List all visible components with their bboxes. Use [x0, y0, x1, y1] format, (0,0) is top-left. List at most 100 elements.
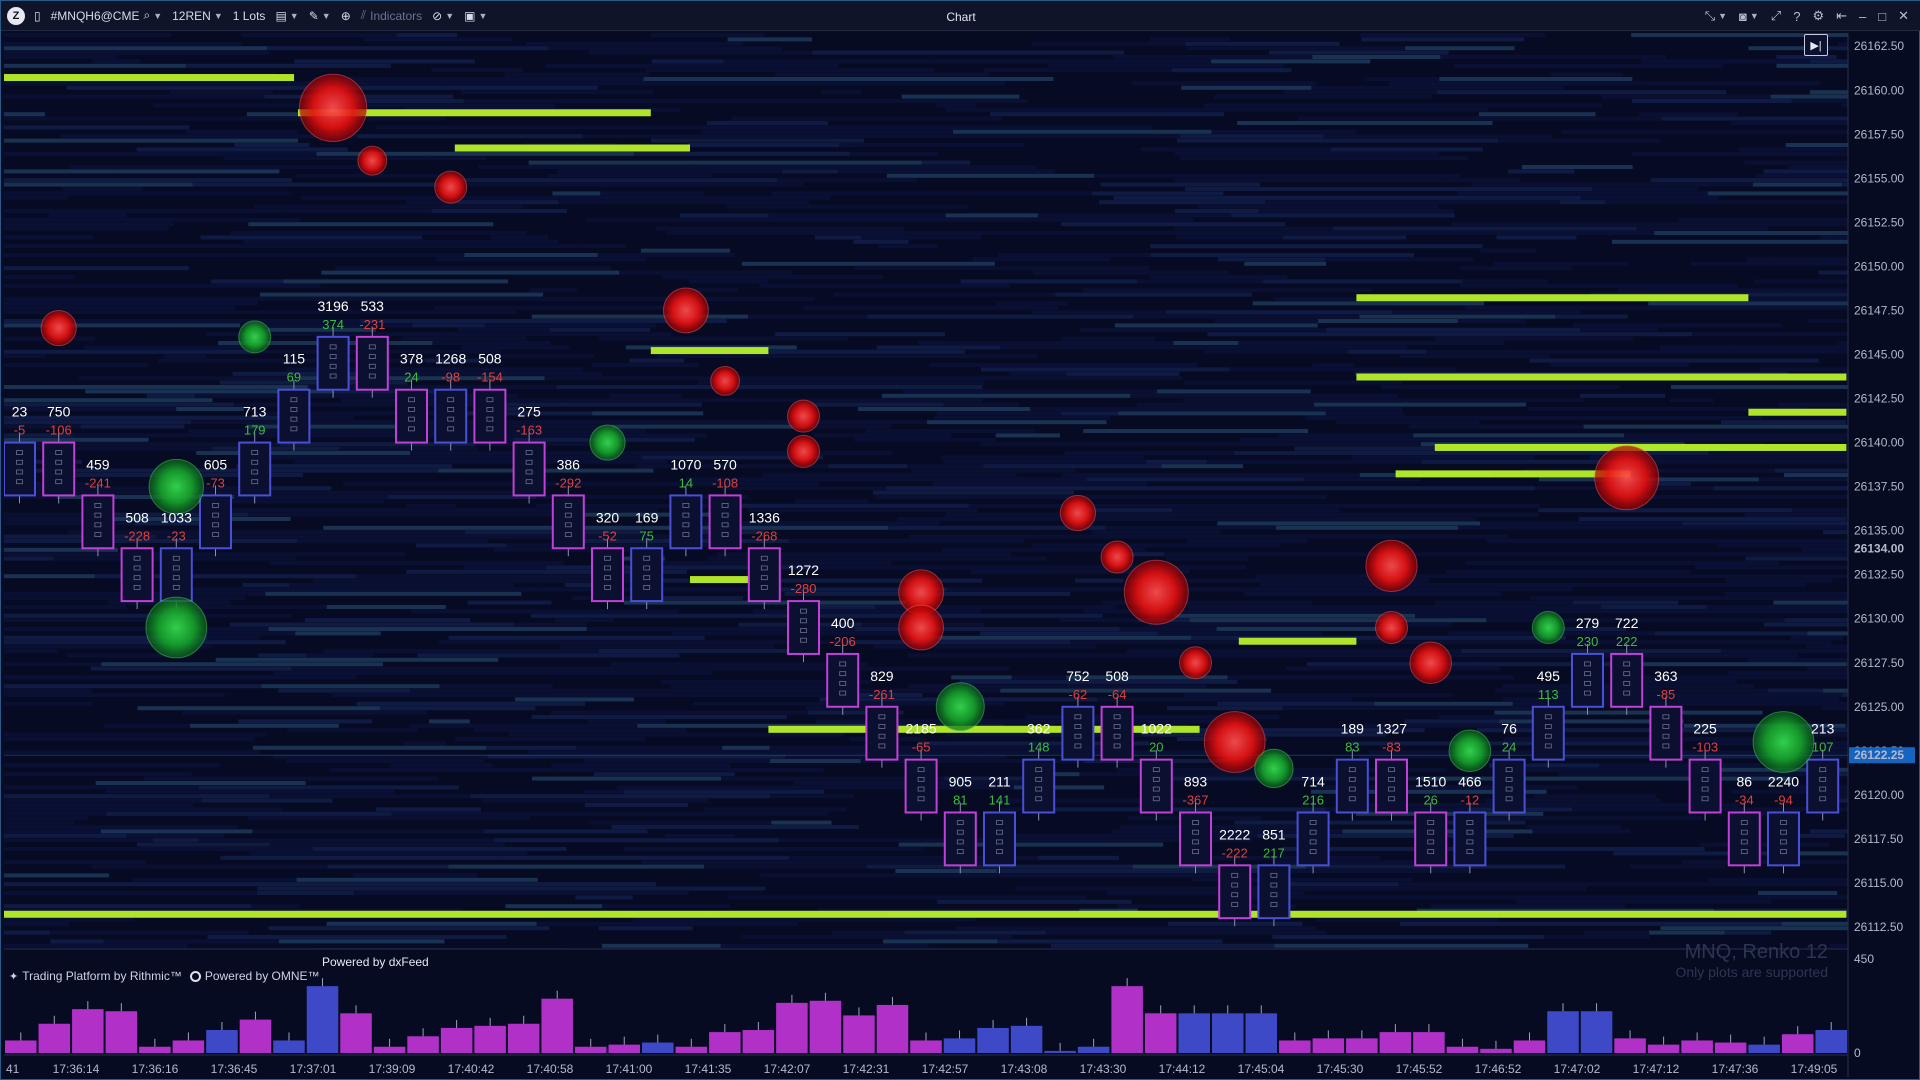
heatmap-cell — [4, 253, 261, 257]
heatmap-cell — [1469, 116, 1662, 121]
heatmap-cell — [1203, 103, 1252, 108]
minimize-icon[interactable]: – — [1853, 1, 1872, 31]
heatmap-cell — [478, 165, 718, 169]
heatmap-cell — [448, 635, 705, 640]
heatmap-cell — [803, 305, 1059, 310]
heatmap-cell — [1720, 420, 1846, 425]
heatmap-cell — [4, 226, 169, 231]
heatmap-cell — [1105, 512, 1375, 517]
zoom-icon[interactable]: ⊕ — [336, 1, 356, 31]
heatmap-cell — [484, 829, 648, 834]
heatmap-cell — [1730, 121, 1860, 125]
heatmap-cell — [127, 693, 225, 697]
heatmap-cell — [78, 376, 301, 381]
chart-window: Z ▯ #MNQH6@CME ⌕ ▼ 12REN ▼ 1 Lots ▤ ▼ ✎ ▼ … — [0, 0, 1920, 1080]
heatmap-cell — [1211, 59, 1371, 64]
gear-icon[interactable]: ⚙ — [1806, 1, 1830, 31]
camera-icon[interactable]: ◙ ▼ — [1733, 1, 1765, 31]
heatmap-cell — [4, 882, 283, 887]
sell-bubble — [1409, 641, 1452, 685]
heatmap-cell — [549, 327, 651, 332]
chart-canvas[interactable]: 23-5750-106459-241508-2281033-23605-7371… — [4, 33, 1918, 1077]
heatmap-cell — [1406, 103, 1451, 108]
brick-volume-label: 169 — [635, 509, 659, 525]
link-toggle[interactable]: ▯ — [29, 1, 46, 31]
price-tick-label: 26152.50 — [1854, 215, 1904, 229]
sell-bubble — [1100, 540, 1134, 574]
time-tick-label: 17:40:42 — [448, 1062, 495, 1076]
heatmap-cell — [329, 767, 557, 772]
heatmap-cell — [1061, 336, 1155, 341]
heatmap-cell — [1671, 486, 1714, 491]
brick-delta-label: -83 — [1382, 740, 1401, 755]
heatmap-cell — [83, 798, 202, 803]
heatmap-cell — [429, 719, 470, 724]
heatmap-cell — [1515, 899, 1771, 904]
maximize-icon[interactable]: □ — [1872, 1, 1892, 31]
chevron-down-icon[interactable]: ▼ — [153, 11, 162, 21]
heatmap-cell — [62, 187, 143, 191]
drawing-tools-button[interactable]: ✎ ▼ — [304, 1, 336, 31]
heatmap-cell — [1018, 495, 1253, 499]
heatmap-cell — [804, 424, 892, 429]
indicators-button[interactable]: ⫽ Indicators — [356, 1, 427, 31]
collapse-icon[interactable]: ✦ — [9, 970, 18, 983]
heatmap-cell — [186, 305, 236, 310]
heatmap-cell — [1381, 385, 1536, 389]
heatmap-cell — [560, 882, 656, 887]
heatmap-cell — [1174, 178, 1444, 183]
heatmap-cell — [937, 552, 1012, 557]
heatmap-cell — [1252, 495, 1327, 499]
brick-volume-label: 115 — [283, 351, 306, 367]
template-button[interactable]: ▣ ▼ — [459, 1, 492, 31]
crosshair-icon[interactable]: ⤡ ▼ — [1699, 1, 1733, 31]
heatmap-cell — [856, 191, 1093, 196]
buy-bubble — [935, 682, 985, 732]
pin-icon[interactable]: ⇤ — [1830, 1, 1853, 31]
strategy-button[interactable]: ⊘ ▼ — [427, 1, 459, 31]
app-logo-icon[interactable]: Z — [7, 6, 25, 25]
fullscreen-icon[interactable]: ⤢ — [1765, 1, 1787, 31]
volume-bar — [1580, 1011, 1613, 1053]
heatmap-cell — [79, 943, 188, 948]
heatmap-cell — [4, 50, 197, 55]
heatmap-cell — [1654, 631, 1808, 636]
heatmap-cell — [655, 226, 904, 231]
heatmap-cell — [1441, 574, 1729, 579]
heatmap-cell — [269, 794, 471, 799]
volume-bar — [1547, 1011, 1579, 1053]
heatmap-cell — [898, 842, 1164, 847]
chart-area[interactable]: 23 -5 750 -106 459 -241 508 -228 1033 -23 605 -73 71… — [4, 33, 1918, 1077]
heatmap-cell — [4, 195, 68, 200]
heatmap-cell — [1443, 178, 1521, 183]
heatmap-cell — [1206, 459, 1422, 464]
heatmap-cell — [1133, 314, 1360, 319]
heatmap-cell — [1434, 600, 1573, 605]
heatmap-cell — [261, 684, 342, 689]
heatmap-cell — [484, 323, 657, 328]
heatmap-cell — [395, 103, 489, 108]
heatmap-cell — [4, 407, 177, 411]
heatmap-cell — [771, 191, 857, 196]
heatmap-cell — [1478, 112, 1596, 117]
heatmap-cell — [1167, 921, 1303, 926]
bar-type-selector[interactable]: 12REN ▼ — [167, 1, 228, 31]
heatmap-cell — [530, 613, 776, 618]
chart-trader-button[interactable]: ▤ ▼ — [270, 1, 303, 31]
scroll-to-end-button[interactable]: ▶| — [1804, 34, 1828, 56]
heatmap-cell — [1061, 411, 1119, 416]
heatmap-cell — [1471, 182, 1513, 187]
close-icon[interactable]: ✕ — [1892, 1, 1915, 31]
search-icon[interactable]: ⌕ — [143, 8, 150, 23]
help-icon[interactable]: ? — [1787, 1, 1806, 31]
symbol-selector[interactable]: #MNQH6@CME ⌕ ▼ — [46, 1, 168, 31]
heatmap-cell — [1187, 539, 1308, 543]
lots-field[interactable]: 1 Lots — [228, 1, 271, 31]
heatmap-cell — [1496, 235, 1577, 240]
brick-volume-label: 508 — [1105, 668, 1129, 684]
heatmap-cell — [1304, 415, 1580, 420]
heatmap-cell — [90, 666, 292, 671]
heatmap-cell — [453, 182, 704, 187]
heatmap-cell — [892, 129, 953, 134]
heatmap-cell — [155, 534, 373, 539]
